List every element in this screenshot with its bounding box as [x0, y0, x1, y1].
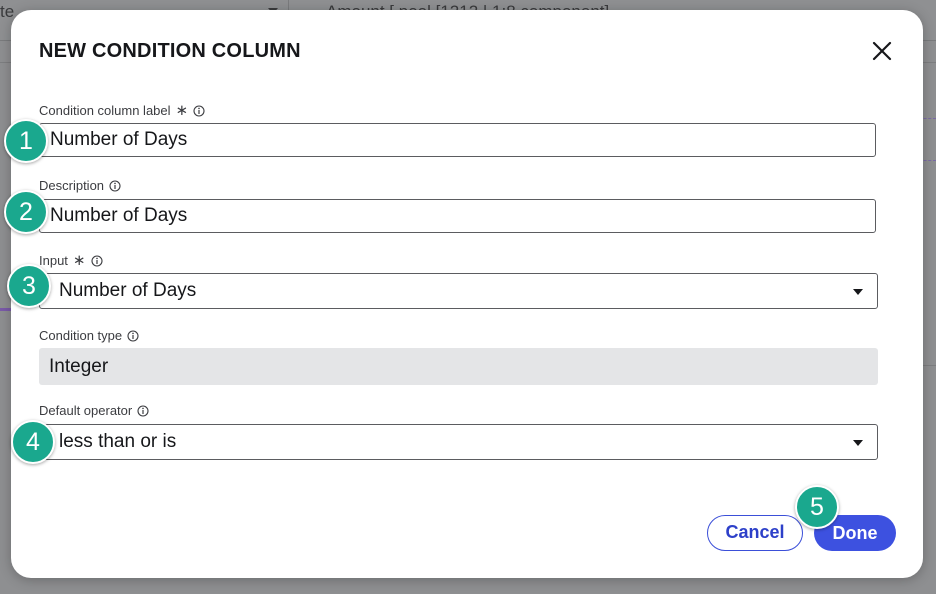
default-operator-label: Default operator: [39, 403, 149, 418]
close-icon: [872, 41, 892, 61]
field-label-text: Input: [39, 253, 68, 268]
default-operator-value: less than or is: [59, 431, 177, 452]
chevron-down-icon: [853, 289, 863, 295]
cancel-button[interactable]: Cancel: [707, 515, 803, 551]
step-badge-3: 3: [7, 264, 51, 308]
close-button[interactable]: [869, 38, 895, 64]
field-label-text: Default operator: [39, 403, 133, 418]
new-condition-column-dialog: NEW CONDITION COLUMN Condition column la…: [11, 10, 923, 578]
condition-column-label-input[interactable]: Number of Days: [39, 123, 876, 157]
info-icon[interactable]: [109, 179, 121, 192]
input-select-value: Number of Days: [59, 280, 197, 301]
condition-type-value: Integer: [39, 348, 878, 385]
required-asterisk-icon: ∗: [72, 252, 86, 269]
input-select[interactable]: Number of Days: [39, 273, 878, 309]
condition-type-label: Condition type: [39, 328, 139, 343]
info-icon[interactable]: [137, 404, 149, 417]
description-input[interactable]: Number of Days: [39, 199, 876, 233]
default-operator-select[interactable]: less than or is: [39, 424, 878, 460]
input-label: Input ∗: [39, 253, 103, 268]
description-label: Description: [39, 178, 121, 193]
info-icon[interactable]: [90, 254, 103, 267]
info-icon[interactable]: [193, 104, 205, 117]
background-left-text: te: [0, 2, 15, 21]
step-badge-4: 4: [11, 420, 55, 464]
condition-column-label-label: Condition column label ∗: [39, 103, 205, 118]
field-label-text: Condition type: [39, 328, 123, 343]
dialog-title: NEW CONDITION COLUMN: [39, 40, 301, 62]
step-badge-1: 1: [4, 119, 48, 163]
step-badge-5: 5: [795, 485, 839, 529]
chevron-down-icon: [853, 440, 863, 446]
required-asterisk-icon: ∗: [175, 102, 189, 119]
field-label-text: Condition column label: [39, 103, 171, 118]
info-icon[interactable]: [127, 329, 139, 342]
step-badge-2: 2: [4, 190, 48, 234]
field-label-text: Description: [39, 178, 105, 193]
